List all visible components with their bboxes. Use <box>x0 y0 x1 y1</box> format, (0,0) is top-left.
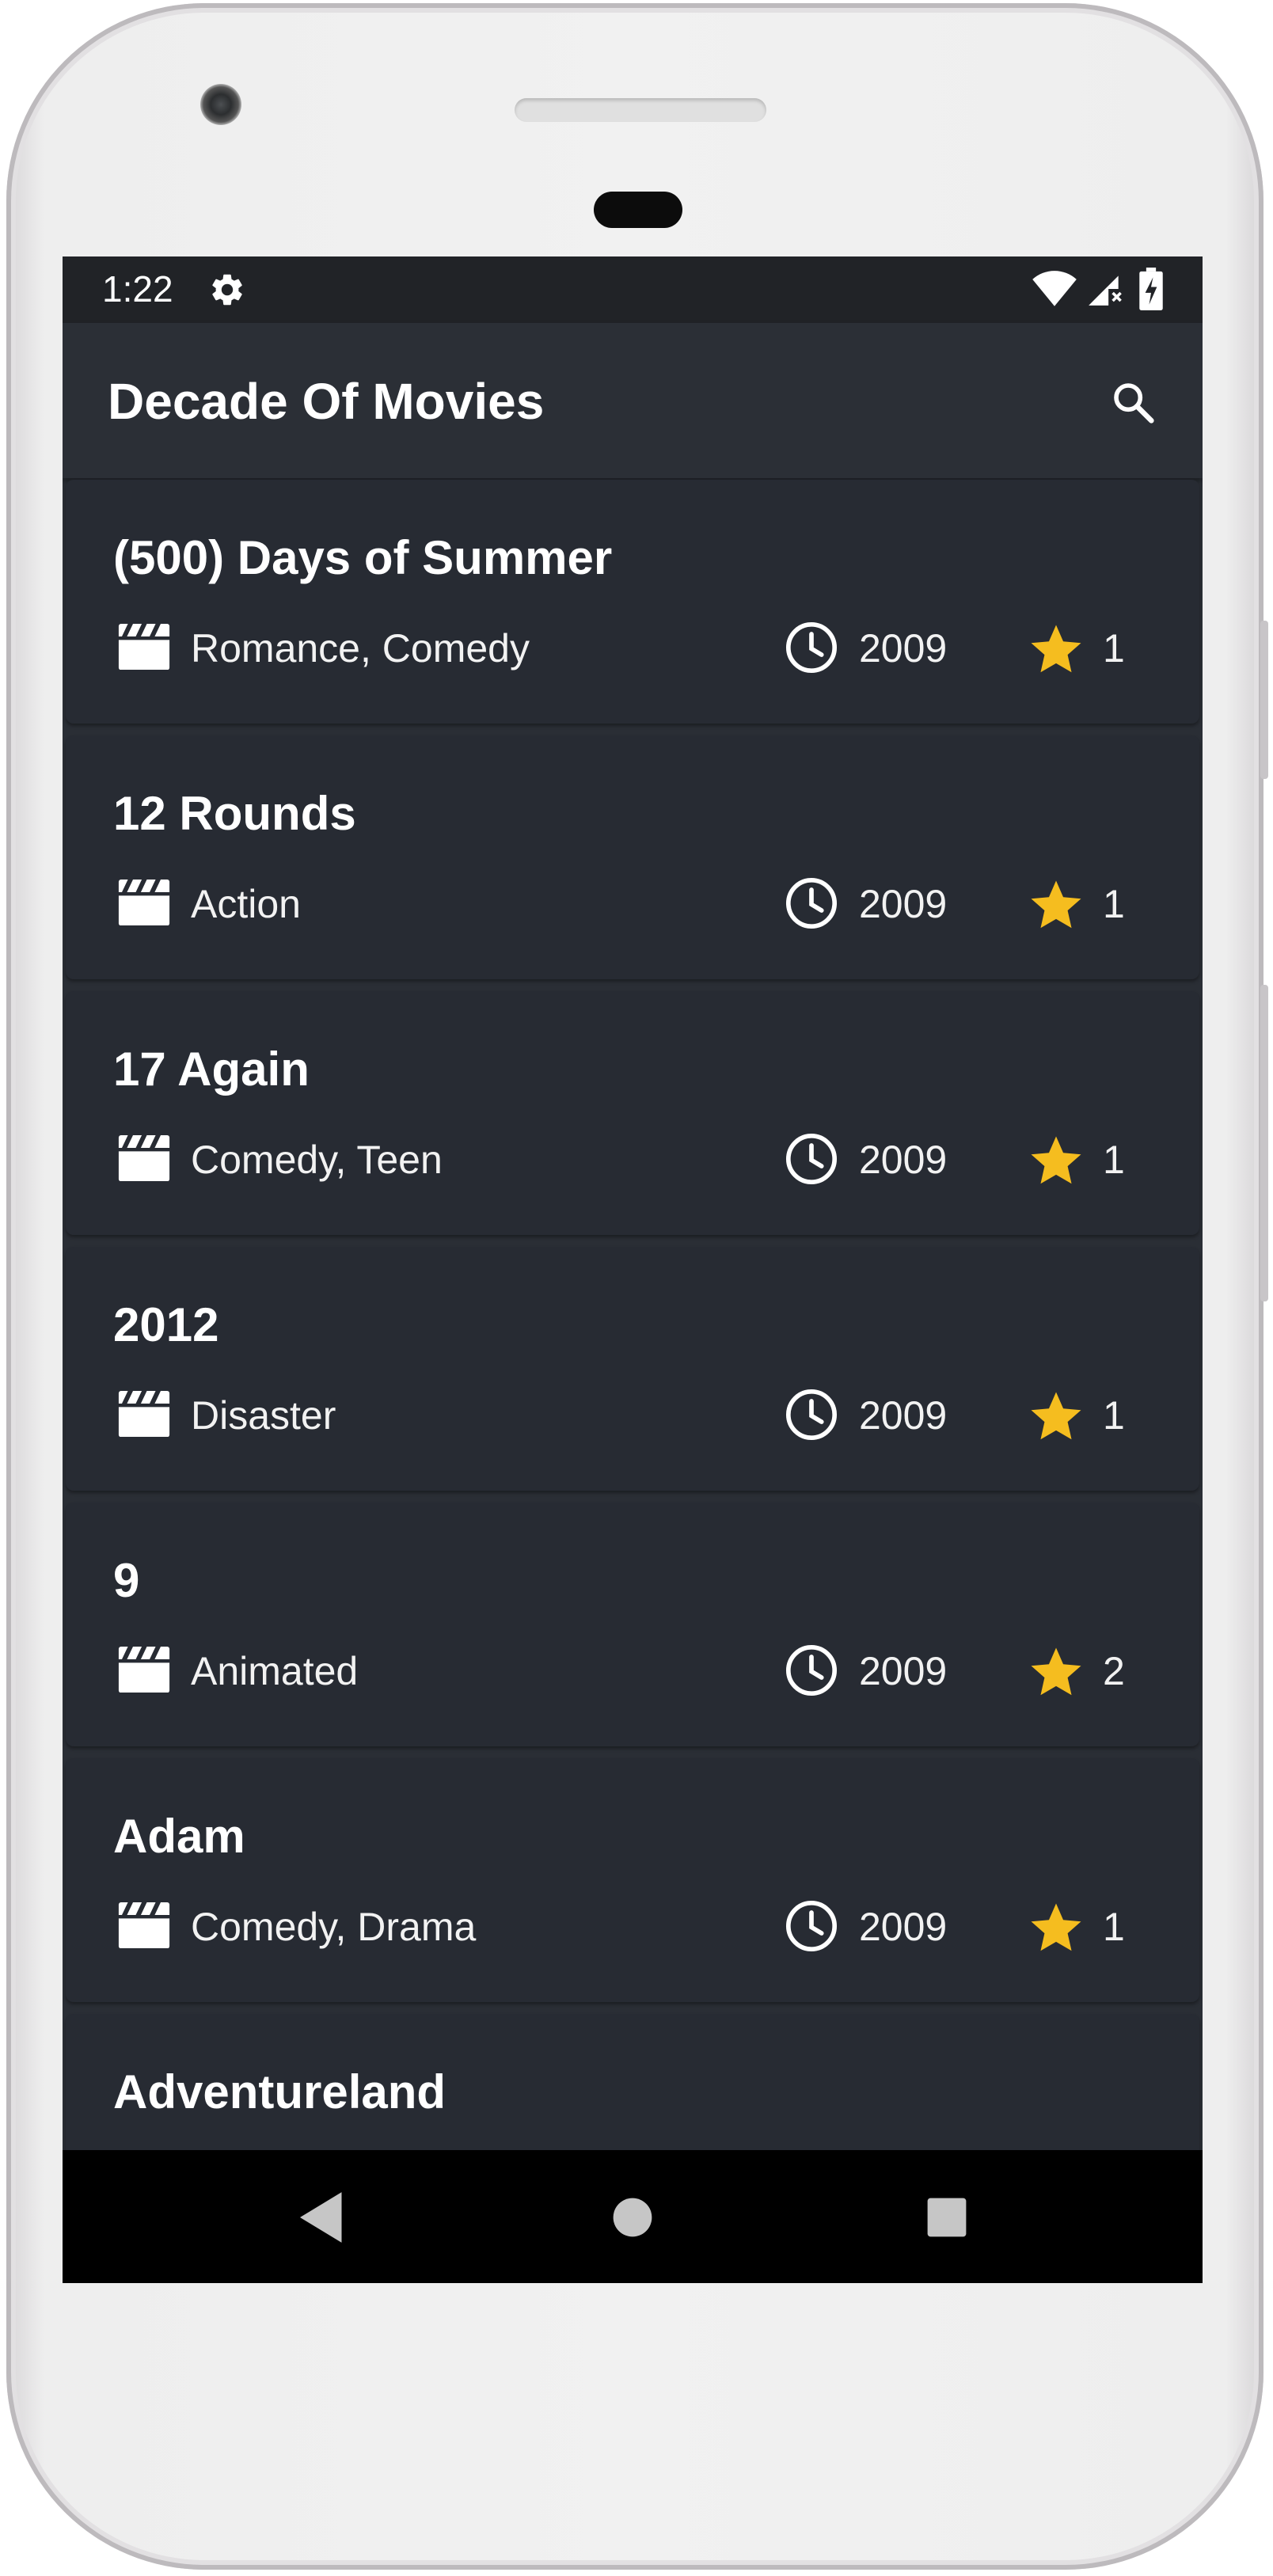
star-icon <box>1028 1901 1084 1953</box>
proximity-sensor <box>594 192 682 228</box>
movie-year: 2009 <box>859 626 948 671</box>
back-button[interactable] <box>288 2182 359 2253</box>
volume-button <box>1260 985 1268 1301</box>
movie-genres: Disaster <box>191 1393 336 1438</box>
movie-year: 2009 <box>859 1905 948 1949</box>
movie-genres: Comedy, Teen <box>191 1138 443 1182</box>
clapperboard-icon <box>116 1902 172 1949</box>
clock-icon <box>785 621 838 674</box>
clapperboard-icon <box>116 1647 172 1693</box>
wifi-icon <box>1032 271 1077 306</box>
recents-icon <box>927 2198 967 2237</box>
front-camera <box>200 84 241 125</box>
search-button[interactable] <box>1092 363 1168 439</box>
clock-icon <box>785 1132 838 1186</box>
movie-rating: 1 <box>1103 1138 1125 1182</box>
star-icon <box>1028 1134 1084 1186</box>
search-icon <box>1114 383 1154 424</box>
clapperboard-icon <box>116 624 172 671</box>
movie-genres: Comedy, Drama <box>191 1905 477 1949</box>
movie-card[interactable]: 12 Rounds Action 2009 1 <box>66 735 1199 979</box>
star-icon <box>1028 1645 1084 1697</box>
movie-genres: Action <box>191 882 301 926</box>
movie-title: 17 Again <box>113 1043 310 1096</box>
cell-signal-icon <box>1089 275 1122 306</box>
app-screen: 1:22 Decade Of Movies (500) Days of Summ… <box>63 256 1203 2283</box>
navigation-bar <box>63 2150 1203 2283</box>
movie-title: Adam <box>113 1810 245 1863</box>
movie-card[interactable]: 2012 Disaster 2009 1 <box>66 1247 1199 1491</box>
app-title: Decade Of Movies <box>108 373 545 430</box>
home-icon <box>613 2198 652 2237</box>
status-bar: 1:22 <box>63 256 1203 323</box>
movie-year: 2009 <box>859 882 948 926</box>
movie-genres: Romance, Comedy <box>191 626 530 671</box>
clock-icon <box>785 1643 838 1697</box>
movie-rating: 1 <box>1103 626 1125 671</box>
movie-year: 2009 <box>859 1138 948 1182</box>
movie-card[interactable]: 17 Again Comedy, Teen 2009 1 <box>66 991 1199 1235</box>
movie-title: 9 <box>113 1554 140 1607</box>
status-time: 1:22 <box>102 268 173 310</box>
movie-title: Adventureland <box>113 2065 446 2118</box>
home-button[interactable] <box>597 2182 668 2253</box>
movie-rating: 2 <box>1103 1649 1125 1693</box>
movie-card[interactable]: (500) Days of Summer Romance, Comedy 2009 1 <box>66 480 1199 724</box>
recents-button[interactable] <box>911 2182 982 2253</box>
movie-year: 2009 <box>859 1649 948 1693</box>
movie-card[interactable]: Adam Comedy, Drama 2009 1 <box>66 1758 1199 2002</box>
back-icon <box>300 2192 342 2243</box>
clapperboard-icon <box>116 1135 172 1182</box>
star-icon <box>1028 878 1084 930</box>
movie-rating: 1 <box>1103 1905 1125 1949</box>
clock-icon <box>785 1388 838 1442</box>
movie-card[interactable]: 9 Animated 2009 2 <box>66 1503 1199 1746</box>
earpiece-speaker <box>515 98 766 122</box>
movie-rating: 1 <box>1103 1393 1125 1438</box>
movie-year: 2009 <box>859 1393 948 1438</box>
power-button <box>1260 621 1268 779</box>
movie-title: 12 Rounds <box>113 787 356 840</box>
movie-title: 2012 <box>113 1298 219 1351</box>
movie-title: (500) Days of Summer <box>113 531 613 584</box>
clock-icon <box>785 1899 838 1953</box>
movie-rating: 1 <box>1103 882 1125 926</box>
star-icon <box>1028 1389 1084 1442</box>
battery-icon <box>1139 268 1163 310</box>
movie-genres: Animated <box>191 1649 359 1693</box>
clock-icon <box>785 876 838 930</box>
clapperboard-icon <box>116 880 172 926</box>
app-bar: Decade Of Movies <box>63 323 1203 478</box>
clapperboard-icon <box>116 1391 172 1438</box>
settings-icon <box>212 274 242 306</box>
star-icon <box>1028 622 1084 674</box>
